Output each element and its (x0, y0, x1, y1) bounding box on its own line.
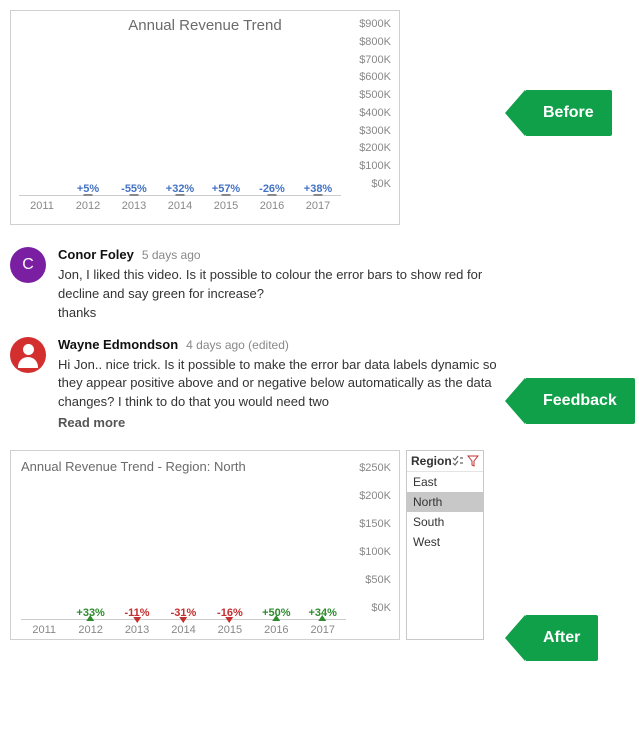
slicer-item-north[interactable]: North (407, 492, 483, 512)
read-more-button[interactable]: Read more (58, 415, 500, 430)
pct-label: -55% (121, 183, 147, 195)
pct-label: +5% (77, 183, 99, 195)
comment-author: Wayne Edmondson (58, 337, 178, 352)
xtick: 2016 (249, 196, 295, 212)
pct-label: +50% (262, 607, 290, 619)
ytick: $900K (359, 18, 391, 30)
slicer-title: Region (411, 454, 452, 468)
xtick: 2012 (65, 196, 111, 212)
pct-label: +32% (166, 183, 194, 195)
tag-feedback: Feedback (505, 378, 635, 424)
chart2-plot: +33% -11% -31% -16% +50% +34% (21, 480, 346, 620)
comment-author: Conor Foley (58, 247, 134, 262)
pct-label: +38% (304, 183, 332, 195)
xtick: 2013 (111, 196, 157, 212)
comment-meta: 4 days ago (edited) (186, 338, 289, 352)
pct-label: +34% (309, 607, 337, 619)
ytick: $0K (371, 602, 391, 614)
xtick: 2015 (203, 196, 249, 212)
ytick: $200K (359, 490, 391, 502)
region-slicer[interactable]: Region EastNorthSouthWest (406, 450, 484, 640)
comment-2: Wayne Edmondson 4 days ago (edited) Hi J… (10, 337, 500, 431)
xtick: 2016 (253, 620, 299, 636)
chart1-title: Annual Revenue Trend (19, 17, 391, 34)
ytick: $150K (359, 518, 391, 530)
comment-meta: 5 days ago (142, 248, 201, 262)
pct-label: -16% (217, 607, 243, 619)
avatar (10, 337, 46, 373)
tag-after-label: After (525, 615, 598, 661)
comment-text: Jon, I liked this video. Is it possible … (58, 266, 500, 323)
ytick: $100K (359, 160, 391, 172)
ytick: $200K (359, 142, 391, 154)
ytick: $400K (359, 107, 391, 119)
xtick: 2014 (157, 196, 203, 212)
pct-label: +57% (212, 183, 240, 195)
xtick: 2012 (67, 620, 113, 636)
before-chart: Annual Revenue Trend +5% -55% +32% +57% -26%… (10, 10, 400, 225)
ytick: $600K (359, 71, 391, 83)
ytick: $700K (359, 54, 391, 66)
tag-before: Before (505, 90, 612, 136)
avatar: C (10, 247, 46, 283)
ytick: $0K (371, 178, 391, 190)
slicer-header: Region (407, 451, 483, 472)
after-chart: Annual Revenue Trend - Region: North +33… (10, 450, 400, 640)
comment-1: C Conor Foley 5 days ago Jon, I liked th… (10, 247, 500, 323)
xtick: 2017 (300, 620, 346, 636)
chart1-yaxis: $0K $100K $200K $300K $400K $500K $600K $700K $8… (341, 36, 391, 196)
multiselect-icon[interactable] (452, 455, 464, 467)
chart2-yaxis: $0K$50K$100K$150K$200K$250K (346, 480, 391, 620)
tag-before-label: Before (525, 90, 612, 136)
xtick: 2011 (19, 196, 65, 212)
comment-text: Hi Jon.. nice trick. Is it possible to m… (58, 356, 500, 413)
chart2-title: Annual Revenue Trend - Region: North (21, 459, 391, 474)
slicer-item-east[interactable]: East (407, 472, 483, 492)
comments-section: C Conor Foley 5 days ago Jon, I liked th… (10, 247, 500, 430)
clear-filter-icon[interactable] (467, 455, 479, 467)
ytick: $800K (359, 36, 391, 48)
ytick: $500K (359, 89, 391, 101)
ytick: $50K (365, 574, 391, 586)
ytick: $100K (359, 546, 391, 558)
xtick: 2017 (295, 196, 341, 212)
pct-label: -26% (259, 183, 285, 195)
slicer-item-west[interactable]: West (407, 532, 483, 552)
pct-label: +33% (76, 607, 104, 619)
slicer-item-south[interactable]: South (407, 512, 483, 532)
chart1-plot: +5% -55% +32% +57% -26% +38% (19, 36, 341, 196)
tag-after: After (505, 615, 598, 661)
pct-label: -31% (171, 607, 197, 619)
tag-feedback-label: Feedback (525, 378, 635, 424)
pct-label: -11% (125, 607, 150, 619)
ytick: $300K (359, 125, 391, 137)
ytick: $250K (359, 462, 391, 474)
chart1-xaxis: 2011201220132014201520162017 (19, 196, 341, 212)
xtick: 2011 (21, 620, 67, 636)
